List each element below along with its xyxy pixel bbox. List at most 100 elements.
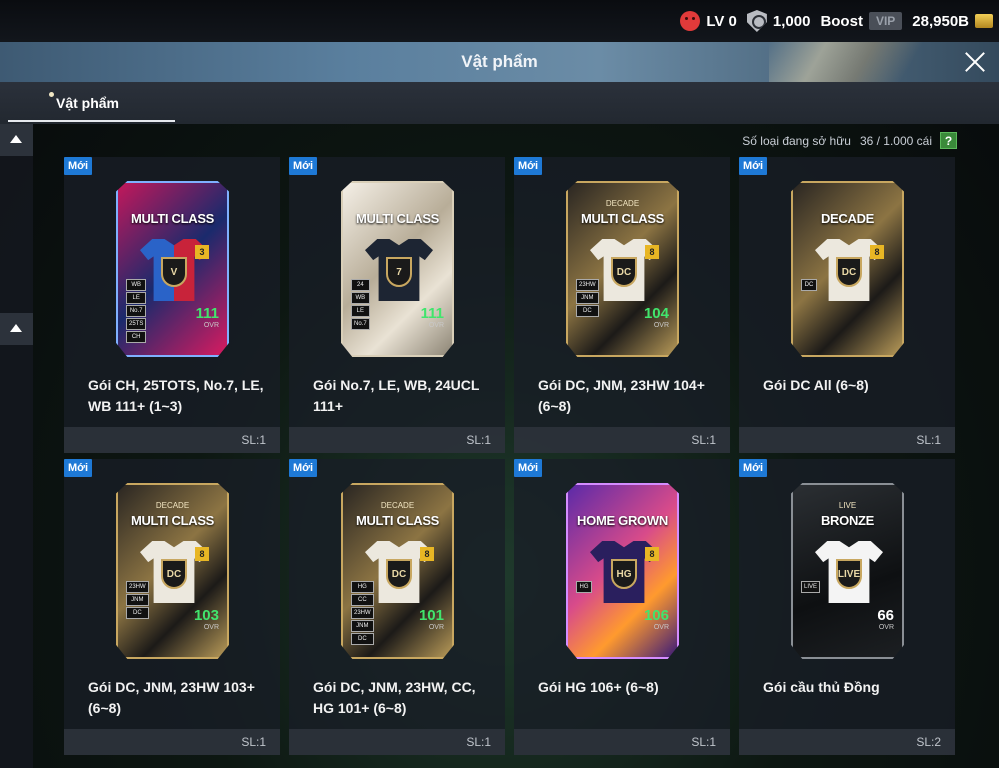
ovr-value: 111 [420,305,444,322]
help-button[interactable]: ? [940,132,957,149]
item-card-8[interactable]: Mới LIVE BRONZE LIVE LIVE 66 OVR Gói cầu… [739,459,955,755]
owned-label: Số loại đang sở hữu [742,134,851,148]
owned-value: 36 / 1.000 cái [859,134,932,148]
card-title: MULTI CLASS [355,211,440,226]
player-pack-card: MULTI CLASS 7 24 WB LE No.7 111 OVR [341,181,454,357]
ovr-value: 104 [643,305,669,322]
item-name: Gói DC, JNM, 23HW, CC, HG 101+ (6~8) [313,679,476,716]
class-chip: DC [576,305,599,317]
card-title: DECADE [820,211,875,226]
player-pack-card: DECADE DC 8 DC [791,181,904,357]
class-chips: HG CC 23HW JNM DC [351,581,374,645]
class-chip: LE [126,292,147,304]
ovr-block: 111 OVR [421,305,444,329]
currency-display[interactable]: 28,950B [912,13,993,30]
new-badge: Mới [289,157,318,175]
tab-bar: Vật phẩm [0,82,999,124]
item-name: Gói DC All (6~8) [763,377,869,393]
ovr-block: 101 OVR [419,607,444,631]
card-subtitle: DECADE [380,501,415,510]
shield-count: 1,000 [772,12,811,30]
ovr-block: 66 OVR [877,607,894,631]
class-chips: 24 WB LE No.7 [351,279,370,330]
item-name: Gói CH, 25TOTS, No.7, LE, WB 111+ (1~3) [88,377,264,414]
close-icon[interactable] [959,46,991,78]
shield-display[interactable]: 1,000 [746,10,811,32]
item-card-2[interactable]: Mới MULTI CLASS 7 24 WB LE No.7 111 OVR Gói… [289,157,505,453]
page-title: Vật phẩm [461,52,538,71]
rank-badge: 8 [870,245,884,259]
item-quantity: SL:1 [289,427,505,453]
class-chips: LIVE [801,581,821,593]
new-badge: Mới [514,157,543,175]
item-name: Gói HG 106+ (6~8) [538,679,659,695]
class-chip: LIVE [801,581,821,593]
item-quantity: SL:1 [289,729,505,755]
class-chips: 23HW JNM DC [576,279,599,317]
currency-amount: 28,950B [912,12,969,30]
class-chip: WB [351,292,370,304]
jersey-crest: LIVE [836,559,862,589]
tab-indicator-dot [49,92,54,97]
class-chip: No.7 [351,318,370,330]
card-title: BRONZE [820,513,875,528]
card-title: MULTI CLASS [130,211,215,226]
vip-badge: VIP [868,12,903,30]
ovr-block: 111 OVR [196,305,219,329]
jersey-crest: DC [836,257,862,287]
card-subtitle: LIVE [838,501,857,510]
class-chips: DC [801,279,817,291]
ovr-label: OVR [203,322,219,329]
new-badge: Mới [64,157,93,175]
class-chip: DC [351,633,374,645]
jersey-crest: HG [611,559,637,589]
item-quantity: SL:1 [64,427,280,453]
card-subtitle: DECADE [605,199,640,208]
class-chip: 23HW [351,607,374,619]
player-pack-card: DECADE MULTI CLASS DC 8 23HW JNM DC 104 OV… [566,181,679,357]
item-quantity: SL:1 [514,729,730,755]
item-card-1[interactable]: Mới MULTI CLASS V 3 WB LE No.7 25TS CH 111 O… [64,157,280,453]
item-name: Gói cầu thủ Đồng [763,679,880,695]
class-chip: No.7 [126,305,147,317]
item-name: Gói DC, JNM, 23HW 104+ (6~8) [538,377,705,414]
ovr-label: OVR [653,322,669,329]
class-chip: 23HW [576,279,599,291]
ovr-value: 101 [418,607,444,624]
class-chip: JNM [351,620,374,632]
ovr-value: 106 [643,607,669,624]
class-chip: 25TS [126,318,147,330]
item-card-5[interactable]: Mới DECADE MULTI CLASS DC 8 23HW JNM DC 10… [64,459,280,755]
boost-display[interactable]: Boost VIP [820,12,903,30]
class-chips: HG [576,581,592,593]
scroll-up-arrow-icon[interactable] [0,124,33,156]
item-card-6[interactable]: Mới DECADE MULTI CLASS DC 8 HG CC 23HW JNM D… [289,459,505,755]
class-chip: DC [801,279,817,291]
level-display[interactable]: LV 0 [680,11,737,31]
coin-icon [975,14,993,28]
class-chip: 23HW [126,581,149,593]
class-chip: HG [576,581,592,593]
player-pack-card: HOME GROWN HG 8 HG 106 OVR [566,483,679,659]
boost-label: Boost [820,12,863,30]
title-banner: Vật phẩm [0,42,999,82]
level-face-icon [680,11,701,31]
card-title: MULTI CLASS [580,211,665,226]
item-card-4[interactable]: Mới DECADE DC 8 DC Gói DC All (6~8) SL:1 [739,157,955,453]
item-quantity: SL:1 [739,427,955,453]
item-quantity: SL:2 [739,729,955,755]
class-chip: WB [126,279,147,291]
rank-badge: 3 [195,245,209,259]
item-card-7[interactable]: Mới HOME GROWN HG 8 HG 106 OVR Gói HG 10… [514,459,730,755]
card-title: MULTI CLASS [355,513,440,528]
player-pack-card: DECADE MULTI CLASS DC 8 23HW JNM DC 103 OV… [116,483,229,659]
new-badge: Mới [739,157,768,175]
player-pack-card: DECADE MULTI CLASS DC 8 HG CC 23HW JNM DC 10… [341,483,454,659]
scroll-up-arrow-icon[interactable] [0,313,33,345]
item-card-3[interactable]: Mới DECADE MULTI CLASS DC 8 23HW JNM DC 10… [514,157,730,453]
item-name: Gói DC, JNM, 23HW 103+ (6~8) [88,679,255,716]
ovr-value: 66 [877,607,894,624]
item-name: Gói No.7, LE, WB, 24UCL 111+ [313,377,480,414]
class-chip: DC [126,607,149,619]
tab-vat-pham[interactable]: Vật phẩm [0,82,175,124]
